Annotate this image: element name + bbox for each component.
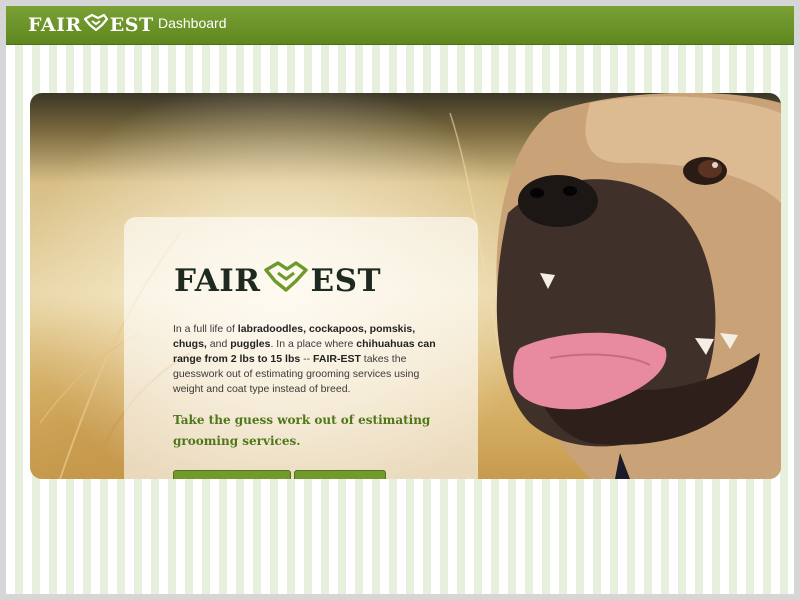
intro-text-1: In a full life of [173,323,238,335]
intro-bold-puggles: puggles [230,338,271,350]
card-logo-right: EST [310,263,382,299]
intro-bold-fairest: FAIR-EST [313,353,361,365]
intro-text-2: and [206,338,231,350]
nav-dashboard-link[interactable]: Dashboard [158,15,227,31]
handshake-icon [261,260,311,302]
card-logo-left: FAIR [174,263,261,299]
intro-text-4: -- [300,353,314,365]
navbar: FAIR EST Dashboard [6,6,794,45]
enter-workspace-button[interactable]: Enter the Workspace [173,470,291,479]
tagline: Take the guess work out of estimating gr… [173,413,431,448]
coat-types-button[interactable]: The Coat Types [294,470,386,479]
handshake-icon [82,13,110,38]
nav-logo-left: FAIR [28,14,82,36]
intro-paragraph: In a full life of labradoodles, cockapoo… [173,322,438,397]
card-logo: FAIR EST [174,261,381,301]
intro-card: FAIR EST In a full life of labradoodles,… [124,217,478,479]
app-frame: FAIR EST Dashboard FAIR EST In a full li… [6,6,794,594]
hero-banner: FAIR EST In a full life of labradoodles,… [30,93,781,479]
nav-logo[interactable]: FAIR EST [28,12,154,38]
intro-text-3: . In a place where [270,338,357,350]
nav-logo-right: EST [109,14,154,36]
